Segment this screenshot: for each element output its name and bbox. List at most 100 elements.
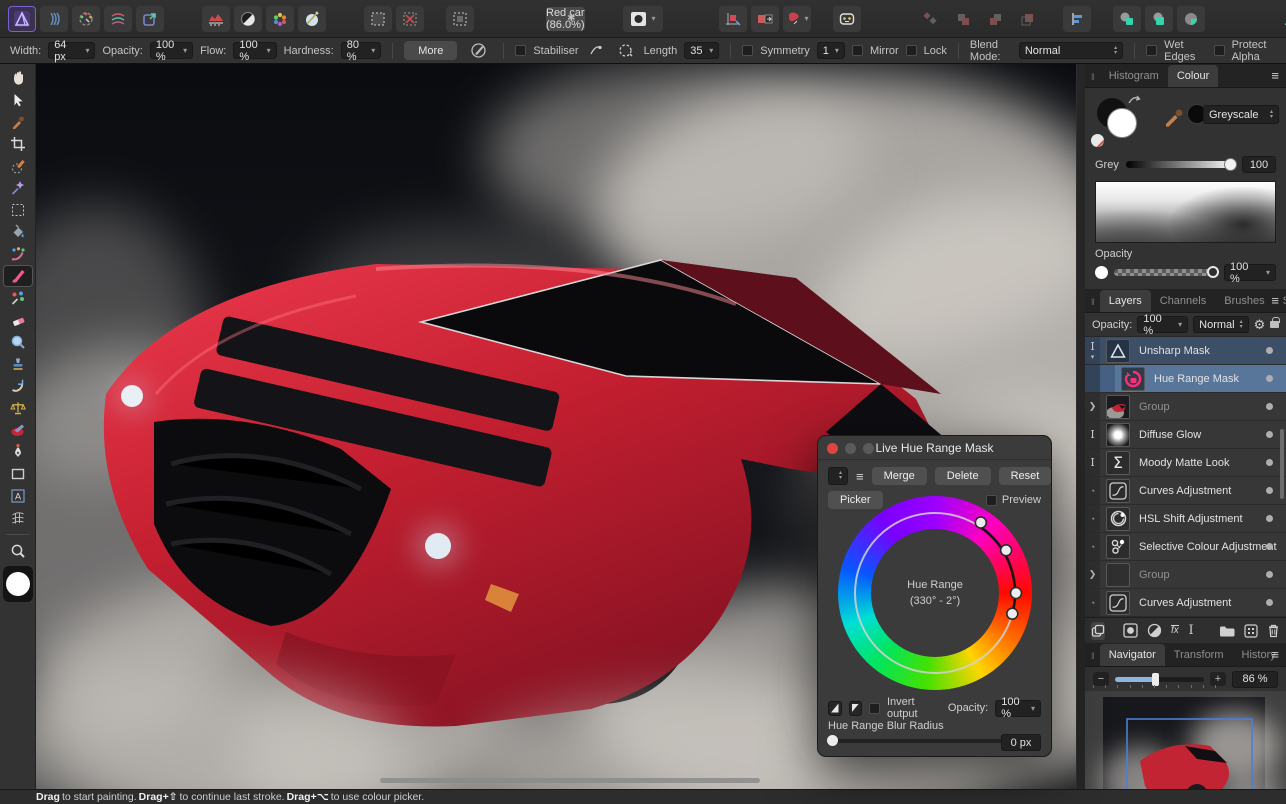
hue-range-wheel[interactable]: Hue Range (330° - 2°)	[838, 496, 1032, 690]
grey-value[interactable]: 100	[1242, 156, 1276, 173]
adjustment-layer-icon[interactable]	[1147, 622, 1162, 640]
navigator-panel-menu-icon[interactable]: ≡	[1271, 647, 1279, 662]
layer-row-unsharp-mask[interactable]: I ▾ Unsharp Mask	[1085, 337, 1286, 365]
snapping-icon[interactable]	[718, 5, 747, 32]
auto-contrast-icon[interactable]	[234, 5, 262, 32]
layer-row-curves-adjustment-2[interactable]: ◔ Curves Adjustment	[1085, 589, 1286, 617]
deselect-icon[interactable]	[396, 5, 424, 32]
colour-selector-well[interactable]	[2, 566, 33, 602]
lock-checkbox[interactable]	[905, 45, 917, 56]
boolean-subtract-icon[interactable]	[1144, 5, 1173, 32]
gradient-in-button[interactable]	[828, 700, 842, 716]
reset-button[interactable]: Reset	[998, 467, 1052, 485]
panel-grip[interactable]: ‖	[1085, 651, 1100, 666]
width-input[interactable]: 64 px ▾	[48, 39, 96, 63]
layer-visibility-dot[interactable]	[1266, 599, 1273, 606]
tab-navigator[interactable]: Navigator	[1099, 644, 1165, 666]
alignment-icon[interactable]	[1062, 5, 1091, 32]
dialog-titlebar[interactable]: Live Hue Range Mask	[818, 436, 1051, 460]
new-layer-icon[interactable]	[1244, 622, 1258, 640]
arrange-move-backward-icon[interactable]	[981, 6, 1009, 32]
live-hue-range-mask-dialog[interactable]: Live Hue Range Mask ▴ ▾ ≡ Merge Delete Re…	[817, 435, 1052, 757]
layer-visibility-dot[interactable]	[1266, 543, 1273, 550]
layer-row-selective-colour-adjustment[interactable]: ◔ Selective Colour Adjustment	[1085, 533, 1286, 561]
erase-brush-tool[interactable]	[3, 309, 33, 331]
boolean-add-icon[interactable]	[1112, 5, 1141, 32]
flow-input[interactable]: 100 % ▾	[233, 39, 277, 63]
colour-mode-select[interactable]: Greyscale ▴ ▾	[1203, 105, 1279, 124]
layer-visibility-dot[interactable]	[1266, 375, 1273, 382]
swap-colours-icon[interactable]	[1127, 94, 1141, 106]
zoom-window-icon[interactable]	[863, 443, 874, 454]
account-icon[interactable]	[1277, 6, 1286, 32]
greyscale-picker-box[interactable]	[1095, 181, 1276, 243]
quick-mask-caret-icon[interactable]: ▾	[652, 14, 656, 23]
foreground-colour-swatch-panel[interactable]	[1107, 108, 1137, 138]
layers-opacity-input[interactable]: 100 % ▾	[1137, 313, 1189, 337]
auto-white-balance-icon[interactable]	[298, 5, 326, 32]
brush-settings-icon[interactable]	[464, 41, 492, 61]
layer-visibility-dot[interactable]	[1266, 459, 1273, 466]
arrange-move-to-back-icon[interactable]	[1013, 6, 1041, 32]
gradient-out-button[interactable]	[848, 700, 862, 716]
zoom-tool[interactable]	[3, 540, 33, 562]
delete-button[interactable]: Delete	[934, 467, 991, 485]
grey-slider[interactable]	[1125, 158, 1237, 171]
hardness-input[interactable]: 80 % ▾	[340, 39, 382, 63]
colour-opacity-value[interactable]: 100 % ▾	[1224, 261, 1276, 285]
pixel-alignment-icon[interactable]	[750, 5, 779, 32]
layer-visibility-dot[interactable]	[1266, 487, 1273, 494]
canvas-horizontal-scrollbar[interactable]	[380, 778, 760, 783]
foreground-colour-swatch[interactable]	[5, 572, 30, 596]
layer-lock-icon[interactable]	[1270, 317, 1280, 328]
layer-visibility-dot[interactable]	[1266, 403, 1273, 410]
smudge-brush-tool[interactable]	[3, 419, 33, 441]
pen-tool[interactable]	[3, 441, 33, 463]
auto-colour-icon[interactable]	[266, 5, 294, 32]
colour-picker-icon[interactable]	[1162, 102, 1188, 128]
boolean-intersect-icon[interactable]	[1176, 5, 1205, 32]
mirror-checkbox[interactable]	[851, 45, 863, 56]
tab-layers[interactable]: Layers	[1099, 290, 1151, 312]
colour-replacement-brush-tool[interactable]	[3, 287, 33, 309]
layer-row-moody-matte-look[interactable]: I Σ Moody Matte Look	[1085, 449, 1286, 477]
tab-brushes[interactable]: Brushes	[1215, 290, 1273, 312]
layer-row-hsl-shift-adjustment[interactable]: ◔ HSL Shift Adjustment	[1085, 505, 1286, 533]
close-window-icon[interactable]	[827, 443, 838, 454]
export-persona-icon[interactable]	[136, 5, 164, 32]
move-whole-pixels-icon[interactable]: ▾	[782, 5, 811, 32]
blur-brush-tool[interactable]	[3, 331, 33, 353]
mask-opacity-input[interactable]: 100 % ▾	[995, 696, 1041, 720]
layer-visibility-dot[interactable]	[1266, 515, 1273, 522]
select-all-icon[interactable]	[364, 5, 392, 32]
tab-transform[interactable]: Transform	[1165, 644, 1233, 666]
tab-channels[interactable]: Channels	[1151, 290, 1215, 312]
layer-effects-icon[interactable]: fx	[1171, 622, 1179, 640]
blur-radius-slider[interactable]	[827, 735, 1006, 746]
zoom-preset-field[interactable]: Red car (86.0%) ✱	[546, 6, 585, 31]
colour-picker-tool[interactable]	[3, 111, 33, 133]
minimise-window-icon[interactable]	[845, 443, 856, 454]
tone-mapping-persona-icon[interactable]	[104, 5, 132, 32]
move-pixels-caret-icon[interactable]: ▾	[805, 14, 809, 23]
blend-mode-select[interactable]: Normal ▴ ▾	[1018, 42, 1124, 59]
arrange-move-forward-icon[interactable]	[949, 6, 977, 32]
invert-output-checkbox[interactable]	[869, 702, 880, 714]
tab-histogram[interactable]: Histogram	[1100, 65, 1168, 87]
layer-row-curves-adjustment-1[interactable]: ◔ Curves Adjustment	[1085, 477, 1286, 505]
assistant-icon[interactable]	[832, 5, 861, 32]
favourite-star-icon[interactable]: ✱	[567, 13, 575, 24]
liquify-persona-icon[interactable]	[40, 5, 68, 32]
undo-brush-tool[interactable]	[3, 375, 33, 397]
symmetry-count-input[interactable]: 1 ▾	[816, 42, 845, 59]
dodge-burn-tool[interactable]	[3, 397, 33, 419]
protect-alpha-checkbox[interactable]	[1213, 45, 1225, 56]
navigator-preview[interactable]	[1085, 691, 1286, 804]
move-tool[interactable]	[3, 89, 33, 111]
live-filter-icon[interactable]: I	[1188, 622, 1195, 640]
panel-grip[interactable]: ‖	[1085, 297, 1100, 312]
zoom-slider[interactable]	[1115, 672, 1204, 686]
marquee-select-tool[interactable]	[3, 199, 33, 221]
photo-persona-icon[interactable]	[8, 5, 36, 32]
panel-grip[interactable]: ‖	[1085, 72, 1100, 87]
